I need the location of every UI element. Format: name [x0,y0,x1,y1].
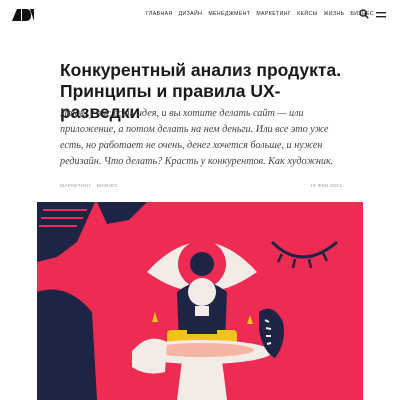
hero-eye-pupil [190,252,214,276]
nav-item-life[interactable]: Жизнь [324,11,345,17]
article-title-line-1: Конкурентный анализ продукта. [60,60,342,80]
nav-item-marketing[interactable]: Маркетинг [256,11,291,17]
hero-stand [177,360,227,400]
nav-item-cases[interactable]: Кейсы [297,11,318,17]
logo-icon[interactable] [12,9,34,21]
hero-figure-neck [195,306,209,316]
site-header: Главная Дизайн Менеджмент Маркетинг Кейс… [0,0,400,32]
nav-item-management[interactable]: Менеджмент [208,11,250,17]
nav-item-home[interactable]: Главная [146,11,173,17]
hero-laptop [187,320,217,334]
article-tags[interactable]: Маркетинг · Бизнес [60,184,118,189]
search-icon[interactable] [359,9,369,19]
hero-figure-head [188,278,216,306]
nav-item-design[interactable]: Дизайн [179,11,203,17]
article-lead: Итак, у вас есть идея, и вы хотите делат… [60,108,334,167]
main-nav: Главная Дизайн Менеджмент Маркетинг Кейс… [146,11,374,17]
hamburger-menu-icon[interactable] [376,11,386,19]
article-date: 19 фев 2021 [309,184,342,189]
hero-illustration [37,202,363,400]
article-meta: Маркетинг · Бизнес 19 фев 2021 [60,184,342,192]
